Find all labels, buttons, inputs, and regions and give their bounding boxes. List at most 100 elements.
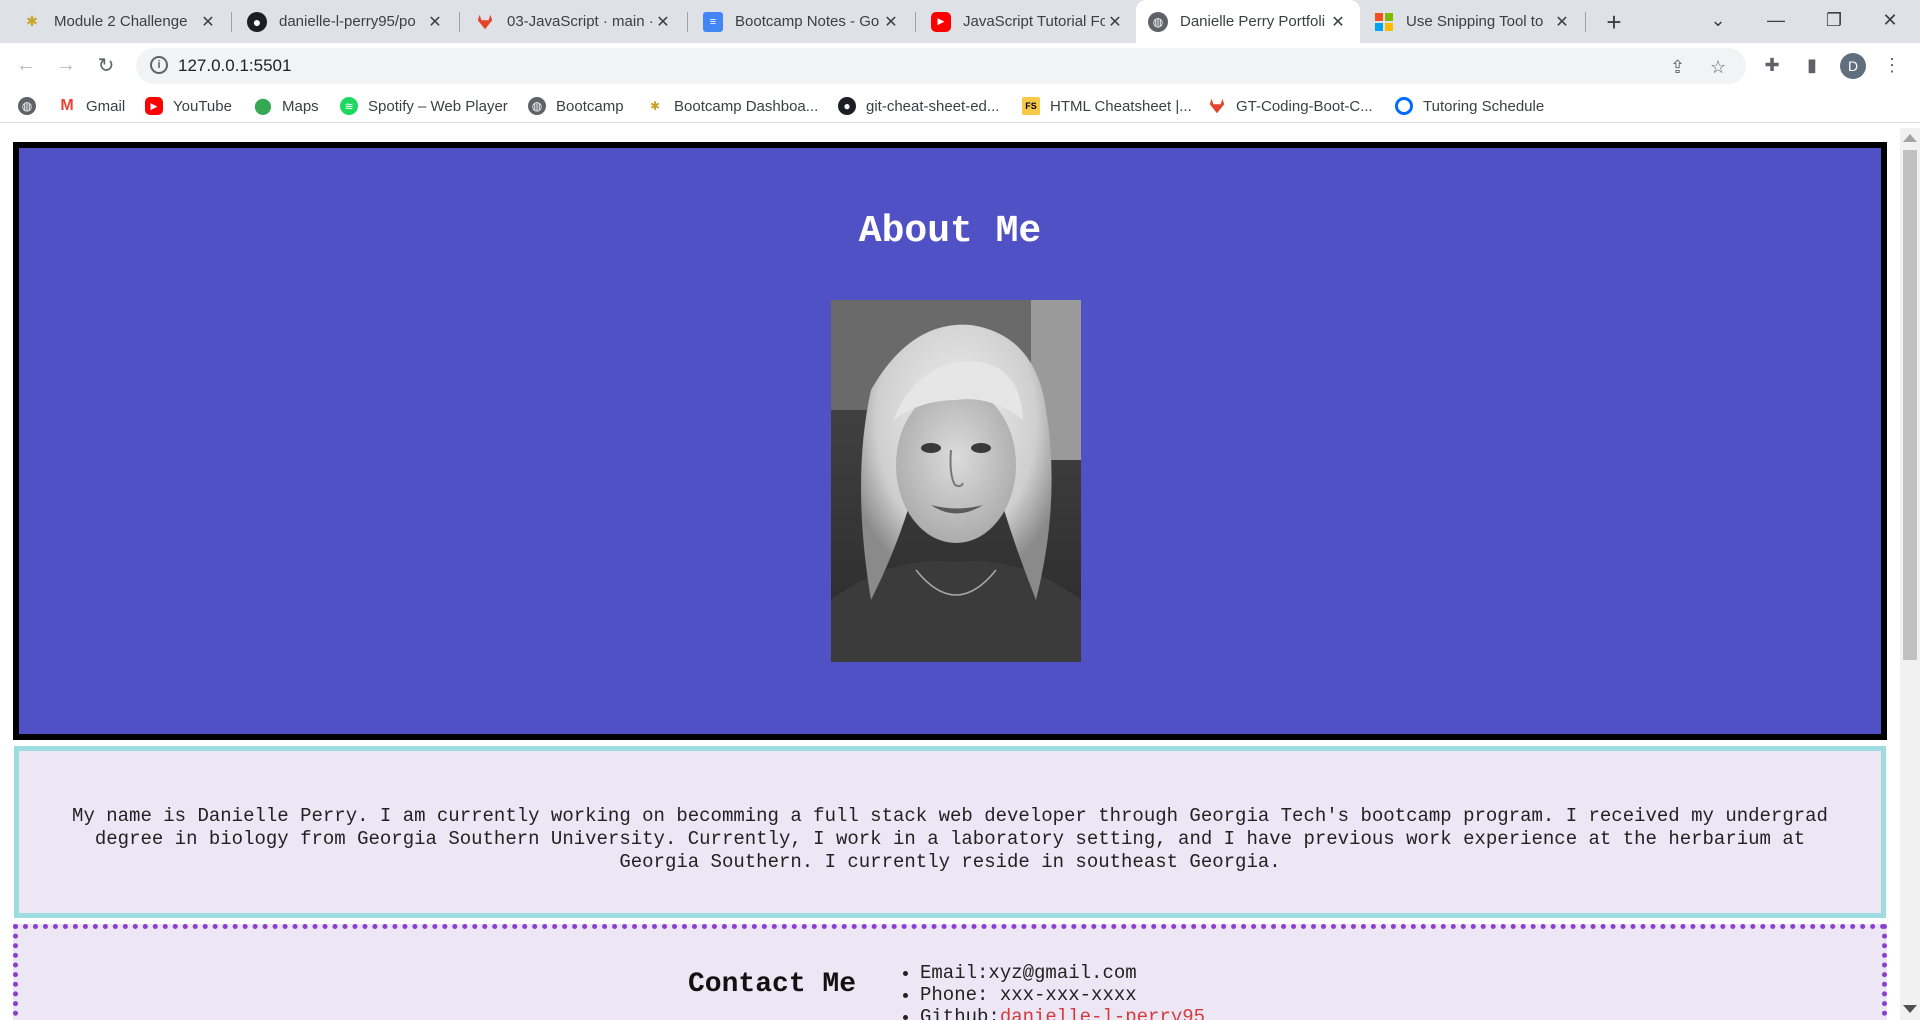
tab-strip: ✱ Module 2 Challenge ✕ ● danielle-l-perr…	[0, 0, 1920, 43]
github-icon: ●	[247, 11, 267, 32]
tab-snipping-tool[interactable]: Use Snipping Tool to ✕	[1362, 0, 1584, 43]
contact-github: Github:danielle-l-perry95	[920, 1006, 1205, 1020]
page-viewport: About Me My name is Danielle Perry. I am…	[0, 128, 1900, 1020]
gitlab-icon	[475, 12, 495, 32]
bookmark-bootcamp[interactable]: ◍ Bootcamp	[528, 94, 624, 118]
new-tab-button[interactable]: +	[1598, 6, 1630, 38]
tab-title: JavaScript Tutorial For	[963, 13, 1105, 30]
minimize-button[interactable]: —	[1748, 0, 1804, 40]
bookmark-tutoring-schedule[interactable]: Tutoring Schedule	[1395, 94, 1544, 118]
tab-search-icon[interactable]: ⌄	[1690, 0, 1746, 40]
bookmark-label: Tutoring Schedule	[1423, 97, 1545, 115]
about-heading: About Me	[858, 210, 1042, 253]
close-tab-icon[interactable]: ✕	[198, 12, 218, 32]
scrollbar-thumb[interactable]	[1903, 150, 1917, 660]
share-icon[interactable]: ⇪	[1670, 57, 1685, 78]
bookmark-git-cheat-sheet[interactable]: ● git-cheat-sheet-ed...	[838, 94, 999, 118]
bio-text: My name is Danielle Perry. I am currentl…	[72, 805, 1828, 873]
youtube-icon: ▶	[145, 97, 163, 115]
bookmark-label: Bootcamp Dashboa...	[674, 97, 819, 115]
tab-separator	[459, 12, 460, 32]
back-button[interactable]: ←	[10, 49, 42, 81]
contact-section: Contact Me Email:xyz@gmail.com Phone: xx…	[13, 924, 1887, 1020]
maps-icon: ⬤	[254, 98, 272, 115]
tab-title: danielle-l-perry95/po	[279, 13, 416, 30]
close-tab-icon[interactable]: ✕	[1105, 12, 1125, 32]
bookmarks-bar: ◍ M Gmail ▶ YouTube ⬤ Maps ≋ Spotify – W…	[0, 88, 1920, 123]
side-panel-icon[interactable]: ▮	[1796, 49, 1828, 81]
tab-separator	[231, 12, 232, 32]
close-tab-icon[interactable]: ✕	[425, 12, 445, 32]
bee-icon: ✱	[26, 13, 38, 29]
address-bar-url[interactable]: 127.0.0.1:5501	[178, 56, 291, 76]
tab-separator	[915, 12, 916, 32]
bio-section: My name is Danielle Perry. I am currentl…	[14, 746, 1886, 918]
phone-label: Phone:	[920, 984, 989, 1006]
contact-list: Email:xyz@gmail.com Phone: xxx-xxx-xxxx …	[920, 962, 1205, 1020]
bookmark-label: HTML Cheatsheet |...	[1050, 97, 1192, 115]
phone-value: xxx-xxx-xxxx	[999, 984, 1137, 1006]
github-icon: ●	[838, 97, 856, 115]
bookmark-star-icon[interactable]: ☆	[1710, 57, 1726, 78]
email-value: xyz@gmail.com	[988, 962, 1137, 984]
bookmark-label: Gmail	[86, 97, 126, 115]
bookmark-label: Maps	[282, 97, 319, 115]
profile-avatar[interactable]: D	[1840, 53, 1866, 79]
close-window-button[interactable]: ✕	[1862, 0, 1918, 40]
tab-title: Module 2 Challenge	[54, 13, 188, 30]
profile-photo	[831, 300, 1081, 662]
bookmark-gmail[interactable]: M Gmail	[58, 94, 125, 118]
globe-icon: ◍	[18, 97, 36, 115]
bookmark-gt-coding-bootcamp[interactable]: GT-Coding-Boot-C...	[1208, 94, 1373, 118]
restore-button[interactable]: ❐	[1806, 0, 1862, 40]
contact-email: Email:xyz@gmail.com	[920, 962, 1205, 984]
address-bar[interactable]: i 127.0.0.1:5501 ⇪ ☆	[136, 48, 1746, 84]
calendly-icon	[1395, 97, 1413, 115]
tab-bootcamp-notes[interactable]: ≡ Bootcamp Notes - Go ✕	[691, 0, 913, 43]
close-tab-icon[interactable]: ✕	[881, 12, 901, 32]
globe-icon: ◍	[1148, 11, 1168, 32]
bookmark-label: Spotify – Web Player	[368, 97, 508, 115]
tab-danielle-perry-portfolio[interactable]: ◍ Danielle Perry Portfoli ✕	[1136, 0, 1360, 43]
browser-toolbar: ← → ↻ i 127.0.0.1:5501 ⇪ ☆ ✚ ▮ D ⋮	[0, 43, 1920, 88]
close-tab-icon[interactable]: ✕	[1552, 12, 1572, 32]
gmail-icon: M	[60, 97, 74, 114]
github-label: Github:	[920, 1006, 1000, 1020]
youtube-icon: ▶	[931, 11, 951, 32]
site-info-icon[interactable]: i	[150, 56, 168, 74]
menu-icon[interactable]: ⋮	[1876, 49, 1908, 81]
scroll-down-arrow-icon[interactable]	[1903, 1005, 1917, 1013]
bookmark-html-cheatsheet[interactable]: FS HTML Cheatsheet |...	[1022, 94, 1192, 118]
bookmark-youtube[interactable]: ▶ YouTube	[145, 94, 232, 118]
about-section: About Me	[13, 142, 1887, 740]
forward-button[interactable]: →	[50, 49, 82, 81]
tab-javascript-tutorial[interactable]: ▶ JavaScript Tutorial For ✕	[919, 0, 1137, 43]
bookmark-label: Bootcamp	[556, 97, 624, 115]
bookmark-bootcamp-dashboard[interactable]: ✱ Bootcamp Dashboa...	[646, 94, 818, 118]
tab-module-2-challenge[interactable]: ✱ Module 2 Challenge ✕	[10, 0, 230, 43]
extensions-icon[interactable]: ✚	[1756, 49, 1788, 81]
bookmark-label: YouTube	[173, 97, 232, 115]
reload-button[interactable]: ↻	[90, 49, 122, 81]
close-tab-icon[interactable]: ✕	[653, 12, 673, 32]
google-docs-icon: ≡	[703, 11, 723, 32]
close-tab-icon[interactable]: ✕	[1328, 12, 1348, 32]
github-link[interactable]: danielle-l-perry95	[1000, 1006, 1205, 1020]
scroll-up-arrow-icon[interactable]	[1903, 134, 1917, 142]
tab-title: 03-JavaScript · main ·	[507, 13, 653, 30]
bookmark-spotify[interactable]: ≋ Spotify – Web Player	[340, 94, 508, 118]
bookmark-label: git-cheat-sheet-ed...	[866, 97, 1000, 115]
tab-title: Bootcamp Notes - Go	[735, 13, 880, 30]
globe-icon: ◍	[528, 97, 546, 115]
bookmark-maps[interactable]: ⬤ Maps	[254, 94, 319, 118]
spotify-icon: ≋	[340, 97, 358, 115]
tab-github[interactable]: ● danielle-l-perry95/po ✕	[235, 0, 457, 43]
tab-gitlab[interactable]: 03-JavaScript · main · ✕	[463, 0, 685, 43]
email-label: Email:	[920, 962, 989, 984]
tab-title: Danielle Perry Portfoli	[1180, 13, 1326, 30]
fs-icon: FS	[1022, 97, 1040, 115]
bookmark-apps[interactable]: ◍	[18, 94, 46, 118]
gitlab-icon	[1208, 97, 1226, 115]
tab-separator	[1585, 12, 1586, 32]
contact-phone: Phone: xxx-xxx-xxxx	[920, 984, 1205, 1006]
